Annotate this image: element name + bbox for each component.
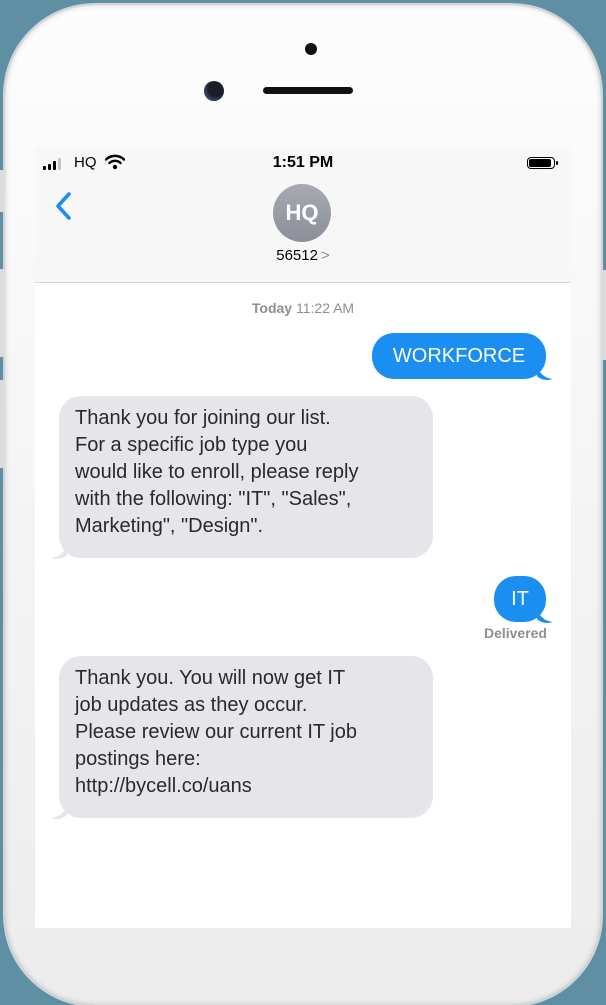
battery-icon <box>527 157 558 169</box>
incoming-message[interactable]: Thank you. You will now get IT job updat… <box>59 656 433 818</box>
side-button-power <box>601 270 606 360</box>
proximity-sensor <box>305 43 317 55</box>
conversation-header: HQ 1:51 PM HQ 56512 > <box>35 148 571 283</box>
phone-screen: HQ 1:51 PM HQ 56512 > Today 11:22 AM WOR… <box>35 148 571 928</box>
back-chevron-icon <box>56 192 71 220</box>
incoming-bubble-tail <box>51 803 67 819</box>
outgoing-bubble-tail <box>537 364 553 380</box>
back-button[interactable] <box>51 186 77 226</box>
earpiece-speaker <box>263 87 353 94</box>
status-bar: HQ 1:51 PM <box>35 148 571 178</box>
contact-avatar[interactable]: HQ <box>273 184 331 242</box>
incoming-message[interactable]: Thank you for joining our list. For a sp… <box>59 396 433 558</box>
delivery-status: Delivered <box>483 625 547 641</box>
message-text: WORKFORCE <box>392 345 526 367</box>
contact-chevron-icon: > <box>320 247 330 264</box>
side-button-mute <box>0 170 5 212</box>
message-text: IT <box>511 588 529 610</box>
outgoing-bubble-tail <box>537 607 553 623</box>
contact-number: 56512 <box>276 247 318 264</box>
message-text: Thank you. You will now get IT job updat… <box>75 667 357 797</box>
timestamp-time: 11:22 AM <box>295 300 355 316</box>
contact-details-link[interactable]: 56512 > <box>35 247 571 264</box>
side-button-volume-up <box>0 269 5 357</box>
side-button-volume-down <box>0 380 5 468</box>
status-time: 1:51 PM <box>272 154 334 171</box>
front-camera <box>204 81 224 101</box>
message-text: Thank you for joining our list. For a sp… <box>75 407 359 537</box>
timestamp-day: Today <box>251 300 293 316</box>
outgoing-message[interactable]: WORKFORCE <box>372 333 546 379</box>
message-timestamp: Today 11:22 AM <box>35 300 571 316</box>
incoming-bubble-tail <box>51 543 67 559</box>
